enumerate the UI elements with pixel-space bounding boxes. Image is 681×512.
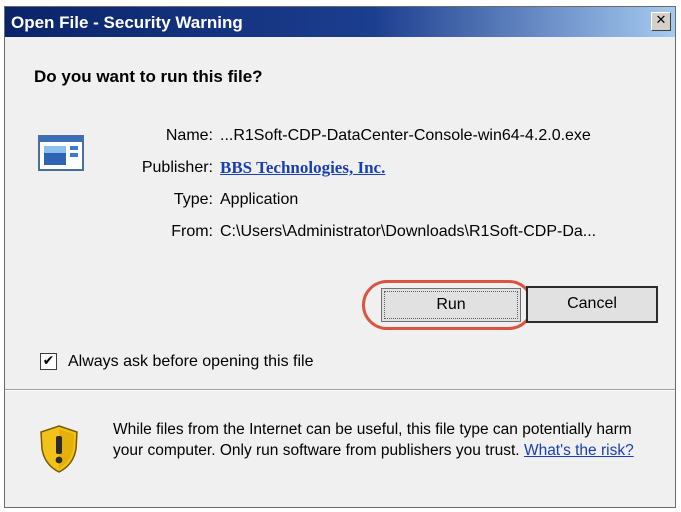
separator	[5, 389, 675, 391]
check-mark-icon: ✔	[42, 353, 55, 369]
title-bar[interactable]: Open File - Security Warning ✕	[5, 7, 675, 37]
type-value: Application	[220, 191, 299, 208]
from-label: From:	[171, 223, 213, 240]
cancel-button-label: Cancel	[567, 295, 617, 312]
close-button[interactable]: ✕	[651, 12, 671, 31]
shield-warning-icon	[40, 425, 78, 473]
from-value: C:\Users\Administrator\Downloads\R1Soft-…	[220, 223, 597, 240]
run-highlight-circle	[362, 280, 534, 330]
application-file-icon	[38, 135, 84, 171]
always-ask-checkbox[interactable]: ✔	[40, 353, 57, 370]
name-value: ...R1Soft-CDP-DataCenter-Console-win64-4…	[220, 127, 591, 144]
whats-the-risk-link[interactable]: What's the risk?	[524, 442, 634, 459]
always-ask-label[interactable]: Always ask before opening this file	[68, 353, 313, 371]
name-label: Name:	[165, 127, 213, 144]
publisher-link[interactable]: BBS Technologies, Inc.	[220, 158, 385, 178]
window-title: Open File - Security Warning	[11, 13, 243, 32]
warning-message: While files from the Internet can be use…	[113, 419, 653, 461]
close-icon: ✕	[655, 13, 667, 28]
type-label: Type:	[173, 191, 213, 208]
publisher-label: Publisher:	[141, 159, 213, 176]
cancel-button[interactable]: Cancel	[526, 286, 658, 323]
dialog-question: Do you want to run this file?	[34, 67, 263, 86]
security-warning-dialog: Open File - Security Warning ✕ Do you wa…	[4, 6, 676, 508]
